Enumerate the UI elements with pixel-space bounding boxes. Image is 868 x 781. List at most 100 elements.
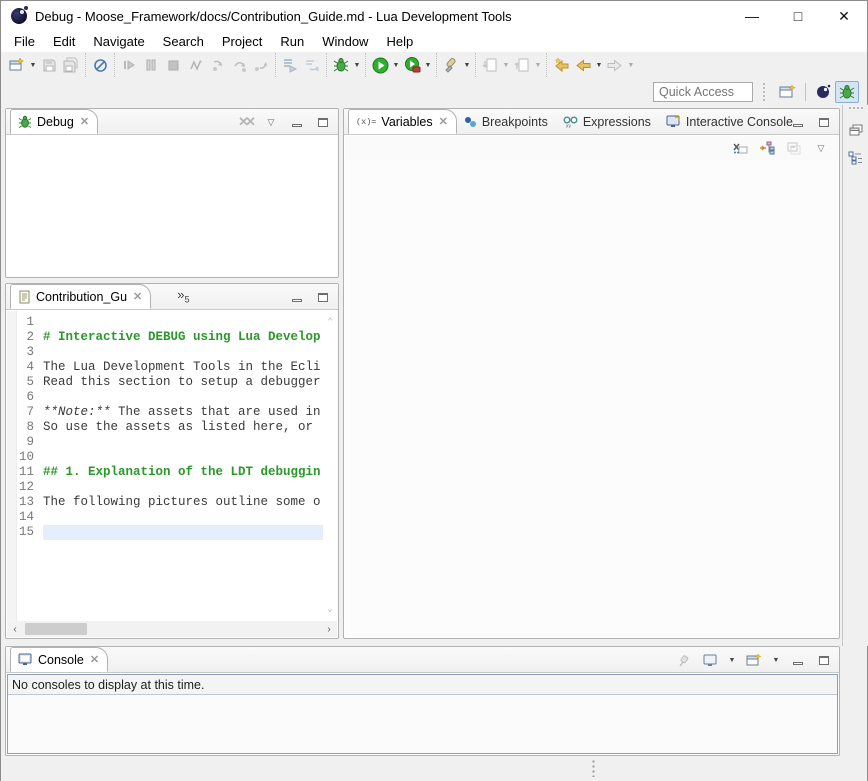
code-line-1[interactable]: 1 bbox=[17, 315, 323, 330]
use-step-filters-button[interactable] bbox=[301, 54, 323, 76]
menu-file[interactable]: File bbox=[5, 32, 44, 51]
code-line-11[interactable]: 11## 1. Explanation of the LDT debuggin bbox=[17, 465, 323, 480]
new-wizard-dropdown[interactable]: ▼ bbox=[28, 62, 38, 69]
code-line-10[interactable]: 10 bbox=[17, 450, 323, 465]
remove-all-terminated-icon[interactable]: ✕✕ bbox=[236, 113, 254, 131]
show-logical-structures-icon[interactable] bbox=[758, 139, 776, 157]
back-dropdown[interactable]: ▼ bbox=[594, 62, 604, 69]
variables-view-body[interactable] bbox=[345, 160, 838, 637]
tab-expressions[interactable]: xy Expressions bbox=[556, 109, 659, 134]
menu-project[interactable]: Project bbox=[213, 32, 271, 51]
previous-annotation-button[interactable] bbox=[511, 54, 533, 76]
open-console-icon[interactable] bbox=[745, 651, 763, 669]
tab-editor-close-icon[interactable]: ✕ bbox=[133, 290, 142, 303]
console-body[interactable]: No consoles to display at this time. bbox=[7, 674, 838, 754]
maximize-window-button[interactable]: □ bbox=[775, 1, 821, 31]
run-dropdown[interactable]: ▼ bbox=[391, 62, 401, 69]
trim-drag-handle[interactable] bbox=[849, 107, 863, 111]
external-tools-button[interactable] bbox=[440, 54, 462, 76]
tab-variables-close-icon[interactable]: ✕ bbox=[439, 115, 448, 128]
instruction-stepping-button[interactable] bbox=[279, 54, 301, 76]
code-line-9[interactable]: 9 bbox=[17, 435, 323, 450]
code-line-2[interactable]: 2# Interactive DEBUG using Lua Develop bbox=[17, 330, 323, 345]
editor-maximize-icon[interactable] bbox=[314, 288, 332, 306]
forward-dropdown[interactable]: ▼ bbox=[626, 62, 636, 69]
forward-button[interactable] bbox=[604, 54, 626, 76]
editor-horizontal-scrollbar[interactable]: ‹ › bbox=[7, 621, 337, 637]
debug-maximize-icon[interactable] bbox=[314, 113, 332, 131]
skip-all-breakpoints-button[interactable] bbox=[89, 54, 111, 76]
lua-perspective-button[interactable] bbox=[811, 81, 835, 103]
tab-breakpoints[interactable]: Breakpoints bbox=[457, 109, 556, 134]
menu-navigate[interactable]: Navigate bbox=[84, 32, 153, 51]
code-line-15[interactable]: 15 bbox=[17, 525, 323, 540]
save-button[interactable] bbox=[38, 54, 60, 76]
debug-perspective-button[interactable] bbox=[835, 81, 859, 103]
resume-button[interactable] bbox=[118, 54, 140, 76]
step-over-button[interactable] bbox=[228, 54, 250, 76]
minimize-window-button[interactable]: — bbox=[729, 1, 775, 31]
display-console-dropdown[interactable]: ▼ bbox=[727, 657, 737, 664]
console-maximize-icon[interactable] bbox=[815, 651, 833, 669]
collapse-all-icon[interactable] bbox=[785, 139, 803, 157]
variables-minimize-icon[interactable] bbox=[789, 113, 807, 131]
tab-interactive-console[interactable]: Interactive Console bbox=[659, 109, 801, 134]
code-line-13[interactable]: 13The following pictures outline some o bbox=[17, 495, 323, 510]
save-all-button[interactable] bbox=[60, 54, 82, 76]
tab-variables[interactable]: (x)= Variables ✕ bbox=[348, 109, 457, 134]
tab-console[interactable]: Console ✕ bbox=[10, 647, 108, 672]
menu-edit[interactable]: Edit bbox=[44, 32, 84, 51]
open-console-dropdown[interactable]: ▼ bbox=[771, 657, 781, 664]
profile-button[interactable] bbox=[401, 54, 423, 76]
menu-window[interactable]: Window bbox=[313, 32, 377, 51]
editor-vertical-scrollbar[interactable]: ⌃ ⌄ bbox=[323, 311, 337, 621]
scroll-right-icon[interactable]: › bbox=[321, 624, 337, 635]
code-line-7[interactable]: 7**Note:** The assets that are used in bbox=[17, 405, 323, 420]
terminate-button[interactable] bbox=[162, 54, 184, 76]
tab-console-close-icon[interactable]: ✕ bbox=[90, 653, 99, 666]
suspend-button[interactable] bbox=[140, 54, 162, 76]
quick-access-input[interactable] bbox=[653, 82, 753, 102]
run-button[interactable] bbox=[369, 54, 391, 76]
code-line-5[interactable]: 5Read this section to setup a debugger bbox=[17, 375, 323, 390]
code-line-8[interactable]: 8So use the assets as listed here, or bbox=[17, 420, 323, 435]
code-line-12[interactable]: 12 bbox=[17, 480, 323, 495]
code-editor[interactable]: 12# Interactive DEBUG using Lua Develop3… bbox=[7, 311, 337, 621]
previous-annotation-dropdown[interactable]: ▼ bbox=[533, 62, 543, 69]
show-type-names-icon[interactable] bbox=[731, 139, 749, 157]
code-line-3[interactable]: 3 bbox=[17, 345, 323, 360]
outline-view-icon[interactable] bbox=[847, 149, 865, 167]
next-annotation-button[interactable] bbox=[479, 54, 501, 76]
open-perspective-button[interactable] bbox=[776, 81, 800, 103]
code-line-14[interactable]: 14 bbox=[17, 510, 323, 525]
code-line-6[interactable]: 6 bbox=[17, 390, 323, 405]
annotation-ruler[interactable] bbox=[7, 311, 17, 621]
debug-dropdown[interactable]: ▼ bbox=[352, 62, 362, 69]
step-return-button[interactable] bbox=[250, 54, 272, 76]
console-minimize-icon[interactable] bbox=[789, 651, 807, 669]
back-button[interactable] bbox=[572, 54, 594, 76]
disconnect-button[interactable] bbox=[184, 54, 206, 76]
debug-minimize-icon[interactable] bbox=[288, 113, 306, 131]
last-edit-location-button[interactable] bbox=[550, 54, 572, 76]
restore-view-icon[interactable] bbox=[847, 121, 865, 139]
debug-view-body[interactable] bbox=[7, 136, 337, 276]
debug-button[interactable] bbox=[330, 54, 352, 76]
new-wizard-button[interactable] bbox=[6, 54, 28, 76]
next-annotation-dropdown[interactable]: ▼ bbox=[501, 62, 511, 69]
tab-contribution-guide[interactable]: Contribution_Gu ✕ bbox=[10, 284, 151, 309]
editor-tab-overflow[interactable]: »5 bbox=[177, 287, 189, 309]
external-tools-dropdown[interactable]: ▼ bbox=[462, 62, 472, 69]
tab-debug-close-icon[interactable]: ✕ bbox=[80, 115, 89, 128]
close-window-button[interactable]: ✕ bbox=[821, 1, 867, 31]
scroll-down-icon[interactable]: ⌄ bbox=[327, 602, 332, 617]
pin-console-icon[interactable] bbox=[675, 651, 693, 669]
menu-run[interactable]: Run bbox=[271, 32, 313, 51]
code-line-4[interactable]: 4The Lua Development Tools in the Ecli bbox=[17, 360, 323, 375]
menu-help[interactable]: Help bbox=[377, 32, 422, 51]
editor-minimize-icon[interactable] bbox=[288, 288, 306, 306]
variables-maximize-icon[interactable] bbox=[815, 113, 833, 131]
tab-debug[interactable]: Debug ✕ bbox=[10, 109, 98, 134]
step-into-button[interactable] bbox=[206, 54, 228, 76]
horizontal-scroll-thumb[interactable] bbox=[25, 623, 87, 635]
